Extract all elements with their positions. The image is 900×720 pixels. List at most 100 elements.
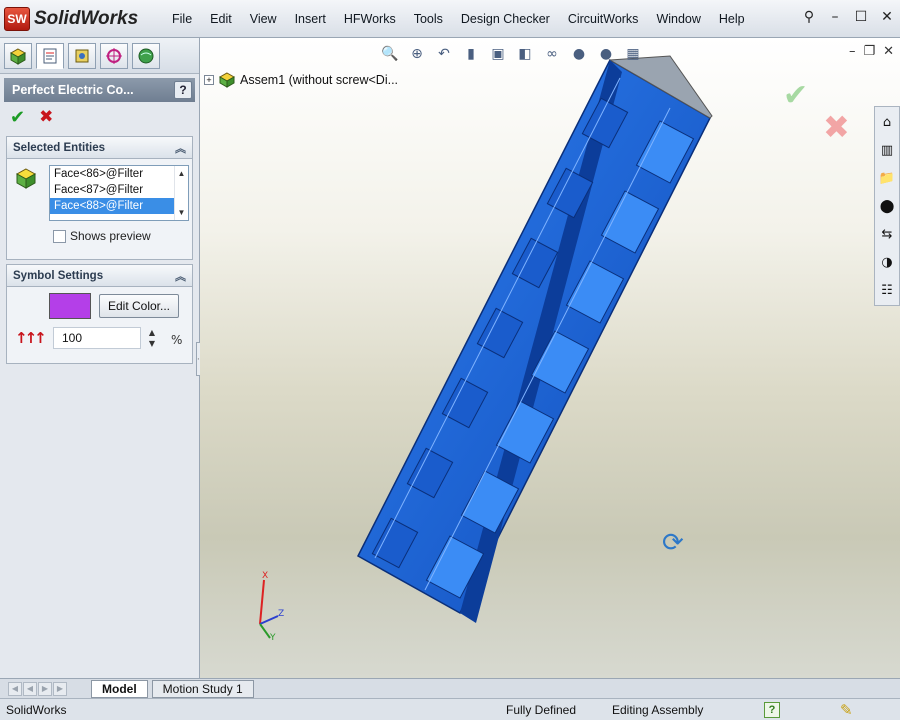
section-view-icon[interactable]: ▮ bbox=[461, 44, 481, 64]
view-palette-icon[interactable]: ⇆ bbox=[877, 222, 897, 246]
menu-insert[interactable]: Insert bbox=[286, 12, 335, 26]
status-editing-mode: Editing Assembly bbox=[612, 702, 704, 717]
previous-view-icon[interactable]: ↶ bbox=[434, 44, 454, 64]
reference-triad: X Z Y bbox=[259, 571, 284, 642]
bottom-tab-bar: ◀ ◀ ▶ ▶ Model Motion Study 1 bbox=[0, 678, 900, 698]
file-explorer-icon[interactable]: 📁 bbox=[877, 166, 897, 190]
apply-scene-icon[interactable]: ● bbox=[596, 44, 616, 64]
help-button[interactable]: ? bbox=[174, 81, 192, 99]
property-sheet-icon bbox=[43, 48, 57, 64]
zoom-to-area-icon[interactable]: ⊕ bbox=[407, 44, 427, 64]
menu-circuitworks[interactable]: CircuitWorks bbox=[559, 12, 648, 26]
selected-faces-list[interactable]: Face<86>@Filter Face<87>@Filter Face<88>… bbox=[49, 165, 189, 221]
list-item[interactable]: Face<86>@Filter bbox=[50, 166, 174, 182]
assembly-icon bbox=[218, 72, 236, 88]
menu-window[interactable]: Window bbox=[647, 12, 709, 26]
assembly-cube-icon bbox=[9, 48, 27, 65]
configuration-manager-tab[interactable] bbox=[68, 43, 96, 69]
feature-manager-tab[interactable] bbox=[4, 43, 32, 69]
menu-file[interactable]: File bbox=[163, 12, 201, 26]
assembly-model[interactable] bbox=[200, 38, 900, 678]
pin-icon[interactable]: ⚲ bbox=[800, 8, 818, 26]
close-button[interactable]: ✕ bbox=[878, 8, 896, 26]
edit-color-button[interactable]: Edit Color... bbox=[99, 294, 179, 318]
selected-entities-header[interactable]: Selected Entities ︽ bbox=[7, 137, 192, 159]
symbol-settings-header[interactable]: Symbol Settings ︽ bbox=[7, 265, 192, 287]
appearance-tab[interactable] bbox=[132, 43, 160, 69]
view-settings-icon[interactable]: ▦ bbox=[623, 44, 643, 64]
design-library-icon[interactable]: ▥ bbox=[877, 138, 897, 162]
solidworks-logo-icon: SW bbox=[4, 7, 30, 31]
spin-up-icon[interactable]: ▲ bbox=[149, 328, 155, 337]
menu-edit[interactable]: Edit bbox=[201, 12, 241, 26]
menu-view[interactable]: View bbox=[241, 12, 286, 26]
list-item[interactable]: Face<88>@Filter bbox=[50, 198, 174, 214]
tab-model[interactable]: Model bbox=[91, 679, 148, 698]
search-icon[interactable]: ⬤ bbox=[877, 194, 897, 218]
expand-icon[interactable]: + bbox=[204, 75, 214, 85]
triad-x-label: X bbox=[262, 571, 268, 581]
flyout-tree-node[interactable]: + Assem1 (without screw<Di... bbox=[204, 72, 398, 88]
menu-help[interactable]: Help bbox=[710, 12, 754, 26]
cancel-button[interactable]: ✖ bbox=[39, 107, 53, 127]
confirmation-cancel-icon[interactable]: ✖ bbox=[823, 108, 850, 146]
rebuild-pencil-icon[interactable]: ✎ bbox=[840, 701, 853, 719]
viewport-restore-button[interactable]: ❐ bbox=[863, 44, 875, 59]
hide-show-items-icon[interactable]: ∞ bbox=[542, 44, 562, 64]
graphics-viewport[interactable]: 🔍 ⊕ ↶ ▮ ▣ ◧ ∞ ● ● ▦ – ❐ ✕ + Assem1 (with… bbox=[200, 38, 900, 678]
scroll-down-icon[interactable]: ▼ bbox=[178, 208, 186, 217]
viewport-close-button[interactable]: ✕ bbox=[883, 44, 894, 59]
next-tab-icon[interactable]: ▶ bbox=[38, 681, 52, 696]
zoom-to-fit-icon[interactable]: 🔍 bbox=[380, 44, 400, 64]
scale-spinner[interactable]: ▲ ▼ bbox=[145, 327, 159, 349]
property-manager-title-text: Perfect Electric Co... bbox=[12, 83, 134, 97]
shows-preview-label: Shows preview bbox=[70, 229, 151, 243]
shows-preview-checkbox[interactable] bbox=[53, 229, 66, 243]
configuration-icon bbox=[75, 49, 89, 63]
menu-hfworks[interactable]: HFWorks bbox=[335, 12, 405, 26]
custom-properties-icon[interactable]: ☷ bbox=[877, 278, 897, 302]
quick-tips-help-icon[interactable]: ? bbox=[764, 701, 780, 718]
title-bar: SW SolidWorks File Edit View Insert HFWo… bbox=[0, 0, 900, 38]
viewport-window-controls: – ❐ ✕ bbox=[849, 44, 894, 59]
triad-y-label: Y bbox=[269, 633, 276, 642]
restore-button[interactable]: ☐ bbox=[852, 8, 870, 26]
property-manager-panel: Perfect Electric Co... ? ✔ ✖ Selected En… bbox=[0, 38, 200, 678]
tab-motion-study-1[interactable]: Motion Study 1 bbox=[151, 679, 254, 698]
collapse-icon[interactable]: ︽ bbox=[175, 140, 186, 156]
first-tab-icon[interactable]: ◀ bbox=[8, 681, 22, 696]
collapse-icon[interactable]: ︽ bbox=[175, 268, 186, 284]
shows-preview-row: Shows preview bbox=[53, 229, 151, 243]
property-manager-title: Perfect Electric Co... ? bbox=[4, 78, 195, 102]
panel-tabs bbox=[0, 38, 199, 74]
scale-unit-label: % bbox=[171, 333, 183, 347]
symbol-scale-icon: ↑↑↑ bbox=[15, 329, 47, 347]
solidworks-resources-icon[interactable]: ⌂ bbox=[877, 110, 897, 134]
status-app-name: SolidWorks bbox=[6, 702, 67, 717]
edit-appearance-icon[interactable]: ● bbox=[569, 44, 589, 64]
previous-tab-icon[interactable]: ◀ bbox=[23, 681, 37, 696]
ok-button[interactable]: ✔ bbox=[10, 107, 25, 128]
last-tab-icon[interactable]: ▶ bbox=[53, 681, 67, 696]
symbol-settings-title: Symbol Settings bbox=[13, 269, 104, 282]
list-item[interactable]: Face<87>@Filter bbox=[50, 182, 174, 198]
list-scrollbar[interactable]: ▲ ▼ bbox=[174, 166, 188, 220]
appearances-icon[interactable]: ◑ bbox=[877, 250, 897, 274]
color-swatch[interactable] bbox=[49, 293, 91, 319]
menu-design-checker[interactable]: Design Checker bbox=[452, 12, 559, 26]
app-logo[interactable]: SW SolidWorks bbox=[4, 6, 154, 32]
app-title: SolidWorks bbox=[34, 8, 139, 29]
property-manager-tab[interactable] bbox=[36, 43, 64, 69]
menu-tools[interactable]: Tools bbox=[405, 12, 452, 26]
spin-down-icon[interactable]: ▼ bbox=[149, 339, 155, 348]
dimxpert-tab[interactable] bbox=[100, 43, 128, 69]
minimize-button[interactable]: – bbox=[826, 8, 844, 26]
view-orientation-icon[interactable]: ▣ bbox=[488, 44, 508, 64]
scroll-up-icon[interactable]: ▲ bbox=[178, 169, 186, 178]
rotate-view-icon[interactable]: ⟳ bbox=[662, 528, 684, 558]
tab-navigation-arrows: ◀ ◀ ▶ ▶ bbox=[8, 681, 67, 696]
symbol-scale-input[interactable]: 100 bbox=[53, 327, 141, 349]
display-style-icon[interactable]: ◧ bbox=[515, 44, 535, 64]
confirmation-ok-icon[interactable]: ✔ bbox=[783, 78, 808, 113]
viewport-minimize-button[interactable]: – bbox=[849, 44, 856, 59]
